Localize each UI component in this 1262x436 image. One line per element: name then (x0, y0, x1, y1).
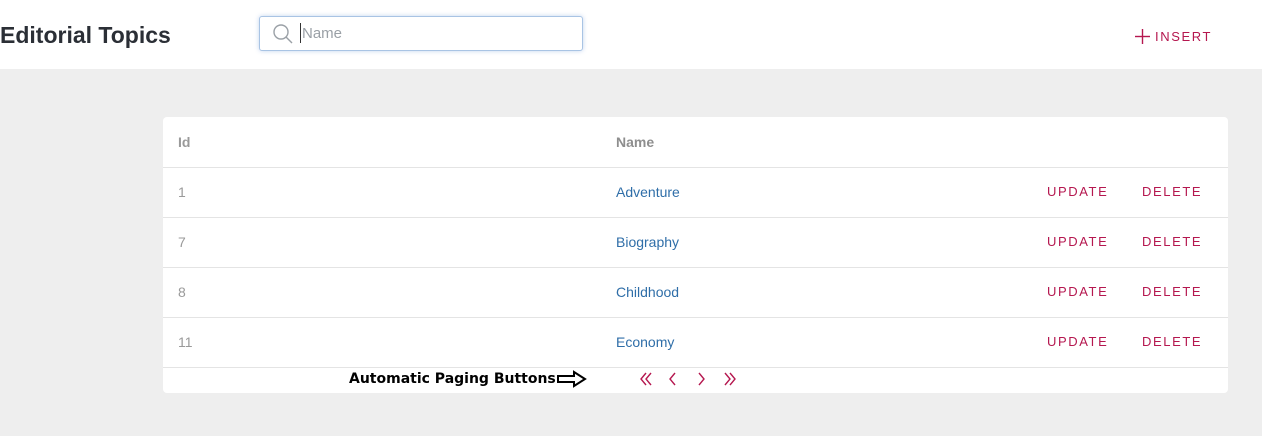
previous-page-icon[interactable] (665, 370, 681, 388)
delete-button[interactable]: DELETE (1142, 217, 1202, 267)
table-row: 11 Economy UPDATE DELETE (163, 317, 1228, 368)
row-name-link[interactable]: Economy (616, 317, 674, 367)
last-page-icon[interactable] (722, 370, 738, 388)
row-id: 1 (178, 184, 186, 200)
row-name-link[interactable]: Biography (616, 217, 679, 267)
update-button[interactable]: UPDATE (1047, 217, 1108, 267)
delete-button[interactable]: DELETE (1142, 167, 1202, 217)
row-name-link[interactable]: Childhood (616, 267, 679, 317)
table-row: 1 Adventure UPDATE DELETE (163, 167, 1228, 218)
plus-icon (1135, 28, 1150, 44)
pager: Automatic Paging Buttons (163, 367, 1228, 393)
update-button[interactable]: UPDATE (1047, 167, 1108, 217)
insert-button[interactable]: INSERT (1134, 27, 1212, 45)
next-page-icon[interactable] (693, 370, 709, 388)
delete-button[interactable]: DELETE (1142, 267, 1202, 317)
paging-annotation: Automatic Paging Buttons (349, 371, 556, 387)
insert-label: INSERT (1155, 28, 1213, 44)
page-title: Editorial Topics (0, 22, 171, 48)
row-id: 8 (178, 284, 186, 300)
column-header-name[interactable]: Name (616, 117, 654, 167)
search-icon (273, 24, 293, 44)
row-name-link[interactable]: Adventure (616, 167, 680, 217)
column-header-id[interactable]: Id (178, 117, 190, 167)
table-row: 7 Biography UPDATE DELETE (163, 217, 1228, 268)
table-header-row: Id Name (163, 117, 1228, 168)
app-header: Editorial Topics INSERT (0, 0, 1262, 69)
table-row: 8 Childhood UPDATE DELETE (163, 267, 1228, 318)
topics-table: Id Name 1 Adventure UPDATE DELETE 7 Biog… (163, 117, 1228, 393)
search-input[interactable] (300, 23, 572, 43)
first-page-icon[interactable] (638, 370, 654, 388)
row-id: 7 (178, 234, 186, 250)
search-box[interactable] (259, 16, 583, 51)
delete-button[interactable]: DELETE (1142, 317, 1202, 367)
row-id: 11 (178, 334, 193, 350)
update-button[interactable]: UPDATE (1047, 267, 1108, 317)
update-button[interactable]: UPDATE (1047, 317, 1108, 367)
right-arrow-icon (557, 370, 587, 388)
